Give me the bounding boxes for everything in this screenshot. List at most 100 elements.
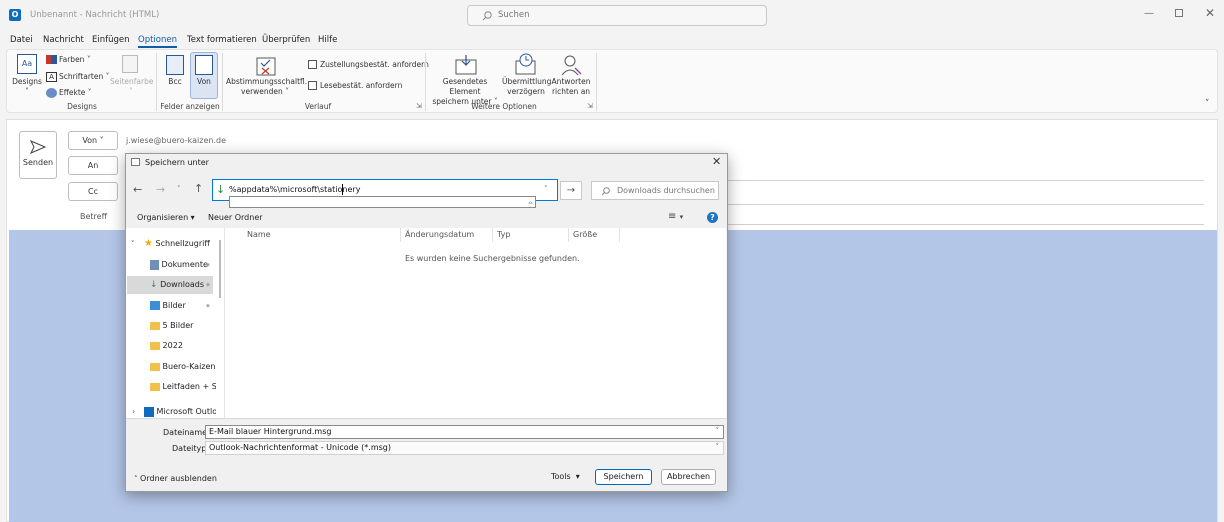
menu-nachricht[interactable]: Nachricht — [43, 35, 84, 45]
antworten-button[interactable]: Antworten richten an — [550, 77, 592, 97]
nav-dokumente[interactable]: Dokumente — [150, 255, 240, 274]
ribbon-separator — [222, 53, 223, 111]
abstimmung-label-1: Abstimmungsschaltfl. — [226, 77, 308, 86]
column-type[interactable]: Typ — [497, 230, 510, 239]
address-input[interactable]: %appdata%\microsoft\stationery — [229, 185, 360, 194]
pin-icon: ⁕ — [205, 261, 211, 269]
column-size[interactable]: Größe — [573, 230, 597, 239]
uebermittlung-button[interactable]: Übermittlung verzögern — [502, 77, 551, 97]
seitenfarbe-button[interactable]: Seitenfarbe ˅ — [110, 77, 154, 97]
filetype-label: Dateityp: — [172, 444, 209, 453]
colors-icon — [46, 55, 57, 64]
help-icon[interactable]: ? — [707, 212, 718, 223]
seitenfarbe-label: Seitenfarbe — [110, 77, 154, 86]
menu-optionen[interactable]: Optionen — [138, 35, 177, 48]
designs-button[interactable]: Designs ˅ — [12, 77, 42, 97]
to-button[interactable]: An — [68, 156, 118, 175]
filetype-select[interactable]: Outlook-Nachrichtenformat - Unicode (*.m… — [205, 441, 724, 455]
hide-folders-button[interactable]: ˄ Ordner ausblenden — [134, 474, 217, 483]
tools-button[interactable]: Tools ▾ — [551, 472, 580, 481]
von-label: Von — [197, 77, 211, 86]
folder-icon — [150, 341, 160, 350]
menu-einfuegen[interactable]: Einfügen — [92, 35, 130, 45]
expand-quick-access-icon[interactable]: ˅ — [131, 240, 135, 248]
dialog-close-icon[interactable]: ✕ — [712, 155, 721, 168]
nav-buero-kaizen[interactable]: Buero-Kaizen - — [150, 357, 216, 376]
bcc-icon — [166, 55, 184, 75]
send-button[interactable]: Senden — [19, 131, 57, 179]
cc-button[interactable]: Cc — [68, 182, 118, 201]
recent-dropdown-icon[interactable]: ˅ — [177, 185, 181, 193]
filename-value: E-Mail blauer Hintergrund.msg — [209, 427, 332, 436]
menu-hilfe[interactable]: Hilfe — [318, 35, 337, 45]
ribbon-separator — [425, 53, 426, 111]
search-input[interactable]: Suchen — [467, 5, 767, 26]
menu-datei[interactable]: Datei — [10, 35, 33, 45]
pin-icon: ⁕ — [205, 302, 211, 310]
zustellung-checkbox[interactable] — [308, 60, 317, 69]
subject-label: Betreff — [80, 212, 108, 221]
schriftarten-button[interactable]: Schriftarten ˅ — [59, 72, 109, 82]
column-date[interactable]: Änderungsdatum — [405, 230, 474, 239]
verlauf-launcher-icon[interactable]: ⇲ — [416, 102, 422, 110]
nav-dokumente-label: Dokumente — [161, 260, 208, 269]
divider — [126, 418, 726, 419]
view-options-icon[interactable]: ≡ ▾ — [668, 211, 683, 222]
column-separator[interactable] — [492, 228, 493, 242]
nav-5-bilder[interactable]: 5 Bilder — [150, 316, 216, 335]
save-button[interactable]: Speichern — [595, 469, 652, 485]
effekte-button[interactable]: Effekte ˅ — [59, 88, 92, 98]
chevron-down-icon[interactable]: ˅ — [716, 427, 720, 435]
search-placeholder: Suchen — [498, 10, 530, 20]
folder-search-input[interactable]: Downloads durchsuchen — [591, 181, 719, 200]
chevron-down-icon[interactable]: ˅ — [716, 443, 720, 451]
folder-icon — [150, 382, 160, 391]
nav-bilder[interactable]: Bilder — [150, 296, 240, 315]
column-separator[interactable] — [400, 228, 401, 242]
lesebest-checkbox[interactable] — [308, 81, 317, 90]
nav-quick-access[interactable]: ★ Schnellzugriff — [144, 234, 234, 253]
back-icon[interactable]: ← — [133, 183, 142, 196]
abstimmung-label-2: verwenden — [241, 87, 283, 96]
document-icon — [150, 259, 159, 270]
zustellung-label: Zustellungsbestät. anfordern — [320, 60, 429, 69]
column-name[interactable]: Name — [247, 230, 271, 239]
bcc-button[interactable]: Bcc — [163, 77, 187, 87]
expand-outlook-icon[interactable]: › — [132, 407, 135, 416]
nav-2022[interactable]: 2022 — [150, 336, 216, 355]
outlook-icon — [144, 406, 154, 417]
close-icon[interactable]: ✕ — [1205, 6, 1215, 20]
nav-downloads[interactable]: ↓ Downloads — [150, 275, 240, 294]
resize-grip-icon[interactable]: ≏ — [528, 200, 533, 207]
folder-search-placeholder: Downloads durchsuchen — [617, 186, 715, 195]
farben-button[interactable]: Farben ˅ — [59, 55, 91, 65]
abstimmung-button[interactable]: Abstimmungsschaltfl. verwenden ˅ — [226, 77, 308, 97]
column-separator[interactable] — [619, 228, 620, 242]
autocomplete-popup[interactable] — [229, 196, 536, 208]
empty-results-message: Es wurden keine Suchergebnisse gefunden. — [405, 254, 580, 263]
go-button[interactable]: → — [560, 181, 582, 200]
maximize-icon[interactable] — [1175, 9, 1183, 17]
cancel-button[interactable]: Abbrechen — [661, 469, 716, 485]
column-separator[interactable] — [568, 228, 569, 242]
search-icon — [482, 11, 492, 21]
antworten-label-1: Antworten — [551, 77, 591, 86]
page-color-icon — [122, 55, 138, 73]
forward-icon[interactable]: → — [156, 183, 165, 196]
organize-label: Organisieren — [137, 213, 189, 222]
menu-text-formatieren[interactable]: Text formatieren — [187, 35, 257, 45]
minimize-icon[interactable]: — — [1144, 8, 1154, 19]
organize-button[interactable]: Organisieren ▾ — [137, 213, 195, 222]
filename-input[interactable]: E-Mail blauer Hintergrund.msg ˅ — [205, 425, 724, 439]
menu-ueberpruefen[interactable]: Überprüfen — [262, 35, 310, 45]
uebermittlung-label-2: verzögern — [507, 87, 545, 96]
new-folder-button[interactable]: Neuer Ordner — [208, 213, 263, 222]
nav-bilder-label: Bilder — [162, 301, 186, 310]
ribbon-collapse-icon[interactable]: ˅ — [1205, 99, 1210, 109]
from-button[interactable]: Von ˅ — [68, 131, 118, 150]
address-dropdown-icon[interactable]: ˅ — [544, 185, 548, 193]
filename-label: Dateiname: — [163, 428, 210, 437]
up-icon[interactable]: ↑ — [194, 182, 203, 195]
weitere-launcher-icon[interactable]: ⇲ — [587, 102, 593, 110]
nav-leitfaden[interactable]: Leitfaden + Spi — [150, 377, 216, 396]
